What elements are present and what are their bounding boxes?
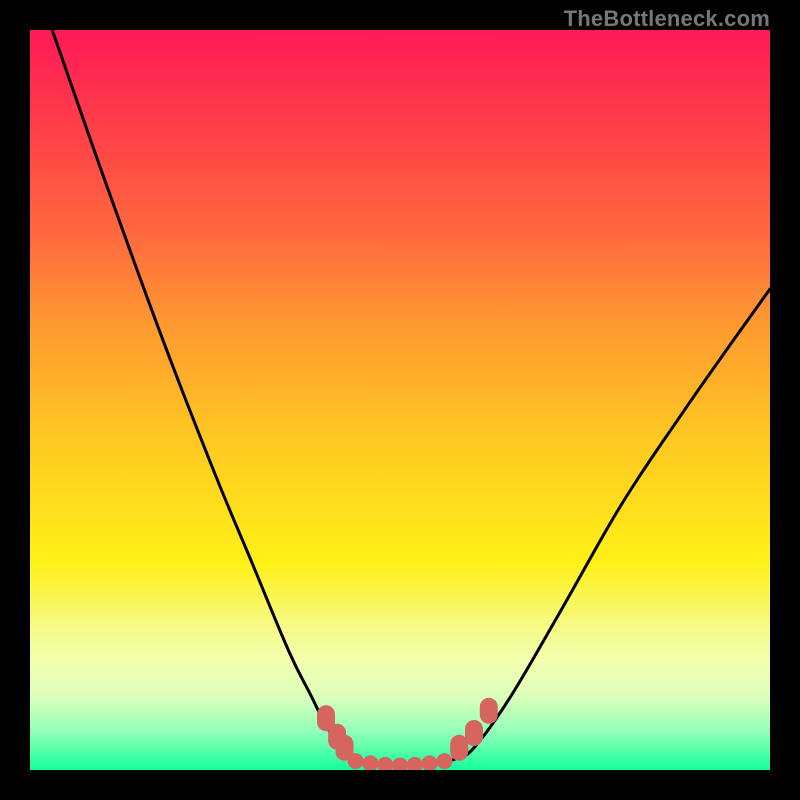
plot-area: [30, 30, 770, 770]
chart-frame: TheBottleneck.com: [0, 0, 800, 800]
attribution-label: TheBottleneck.com: [564, 6, 770, 32]
